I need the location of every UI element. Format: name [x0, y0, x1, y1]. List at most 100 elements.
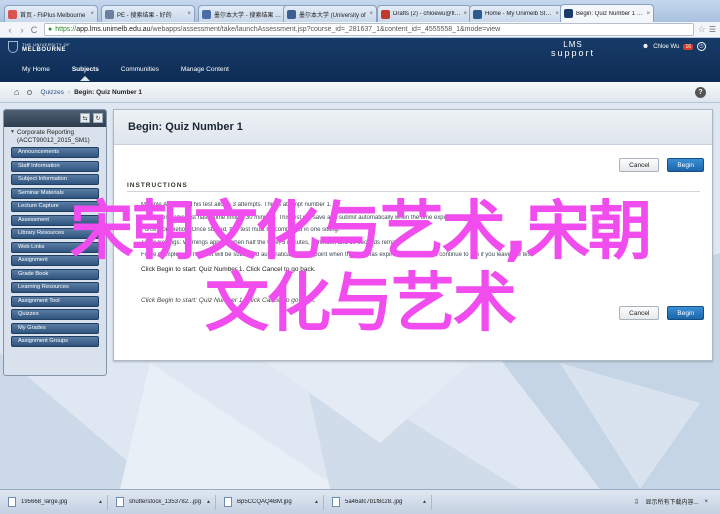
- sidebar-item-staff-information[interactable]: Staff Information: [11, 160, 99, 172]
- sidebar-collapse-icon[interactable]: ⇆: [80, 113, 90, 123]
- browser-tab[interactable]: 墨尔本大学 - 搜索结果 - 好的 ×: [198, 5, 292, 22]
- tab-close-icon[interactable]: ×: [555, 11, 559, 17]
- tab-favicon-icon: [105, 9, 114, 19]
- bookmark-star-icon[interactable]: ☆: [698, 24, 706, 35]
- instruction-line: Timer Settings: Warnings appear when hal…: [141, 239, 402, 246]
- url-scheme: https://: [55, 26, 77, 33]
- close-downloads-icon[interactable]: ×: [704, 499, 708, 505]
- logout-icon[interactable]: ⏻: [697, 42, 706, 51]
- quiz-panel: Begin: Quiz Number 1 Cancel Begin INSTRU…: [113, 109, 713, 361]
- sidebar-item-learning-resources[interactable]: Learning Resources: [11, 282, 99, 293]
- browser-tab[interactable]: Home - My Unimelb Studies ×: [469, 5, 563, 22]
- download-item[interactable]: 5a46afc7b1f8c28..jpg ▲: [328, 494, 432, 510]
- tab-close-icon[interactable]: ×: [646, 11, 650, 17]
- tab-close-icon[interactable]: ×: [369, 11, 373, 17]
- sidebar-item-lecture-capture[interactable]: Lecture Capture: [11, 201, 99, 212]
- support-line-2: support: [551, 48, 596, 58]
- cancel-button-bottom[interactable]: Cancel: [619, 306, 660, 320]
- sidebar-item-assignment-tool[interactable]: Assignment Tool: [11, 295, 99, 307]
- nav-subjects[interactable]: Subjects: [70, 64, 101, 81]
- logo-line-2: MELBOURNE: [22, 46, 67, 53]
- browser-tab-active[interactable]: Begin: Quiz Number 1 – ACCT ×: [560, 4, 654, 22]
- sidebar-item-announcements[interactable]: Announcements: [11, 147, 99, 158]
- sidebar-item-assessment[interactable]: Assessment: [11, 214, 99, 226]
- nav-communities[interactable]: Communities: [119, 64, 161, 81]
- instruction-line: Multiple Attempts: This test allows 3 at…: [141, 202, 332, 208]
- sidebar-item-my-grades[interactable]: My Grades: [11, 322, 99, 334]
- browser-tab[interactable]: 首页 - FliPlus Melbourne ×: [4, 5, 98, 22]
- course-name: Corporate Reporting: [16, 129, 75, 136]
- chevron-up-icon[interactable]: ▲: [422, 499, 427, 505]
- logo-line-1: THE UNIVERSITY OF: [22, 41, 71, 47]
- browser-tab[interactable]: 墨尔本大学 (University of ×: [283, 5, 377, 22]
- download-item[interactable]: shutterstock_1353782...jpg ▲: [112, 494, 216, 510]
- image-file-icon: [224, 497, 232, 507]
- begin-button-bottom[interactable]: Begin: [667, 306, 704, 320]
- lms-support-link[interactable]: LMS support: [551, 41, 596, 58]
- instruction-line: Timed Test: This test has a time limit o…: [141, 214, 455, 221]
- university-logo[interactable]: THE UNIVERSITY OF MELBOURNE: [8, 41, 70, 53]
- cancel-button-top[interactable]: Cancel: [619, 158, 660, 172]
- sidebar-toolbar: ⇆ ↻: [4, 110, 106, 127]
- begin-prompt: Click Begin to start: Quiz Number 1. Cli…: [141, 266, 316, 273]
- tab-close-icon[interactable]: ×: [187, 11, 191, 17]
- page-title: Begin: Quiz Number 1: [114, 110, 712, 145]
- chevron-up-icon[interactable]: ▲: [206, 499, 211, 505]
- sidebar-item-library-resources[interactable]: Library Resources: [11, 228, 99, 239]
- nav-manage-content[interactable]: Manage Content: [179, 64, 231, 81]
- user-name: Chloe Wu: [653, 43, 680, 50]
- url-host: app.lms.unimelb.edu.au: [76, 26, 151, 33]
- instructions-heading: INSTRUCTIONS: [127, 182, 188, 189]
- user-icon: ☻: [641, 43, 650, 50]
- tab-title: 墨尔本大学 (University of: [299, 12, 366, 19]
- sidebar-item-seminar-materials[interactable]: Seminar Materials: [11, 187, 99, 199]
- course-code: (ACCT90012_2015_SM1): [16, 136, 90, 144]
- course-title[interactable]: ▼ Corporate Reporting (ACCT90012_2015_SM…: [4, 127, 106, 147]
- download-filename: shutterstock_1353782...jpg: [129, 499, 202, 505]
- begin-button-top[interactable]: Begin: [667, 158, 704, 172]
- chevron-up-icon[interactable]: ▲: [98, 499, 103, 505]
- tab-favicon-icon: [8, 9, 17, 19]
- breadcrumb-separator: ›: [67, 88, 71, 96]
- nav-my-home[interactable]: My Home: [20, 64, 52, 81]
- sidebar-item-grade-book[interactable]: Grade Book: [11, 268, 99, 280]
- image-file-icon: [116, 497, 124, 507]
- browser-tab[interactable]: Drafts (2) - chloewu@fliplus ×: [377, 5, 471, 22]
- sidebar-item-assignment-groups[interactable]: Assignment Groups: [11, 336, 99, 347]
- chevron-up-icon[interactable]: ▲: [314, 499, 319, 505]
- menu-wrench-icon[interactable]: ☰: [709, 25, 716, 34]
- reload-icon[interactable]: C: [28, 24, 40, 36]
- tab-title: 墨尔本大学 - 搜索结果 - 好的: [214, 12, 282, 19]
- sidebar-item-assignment[interactable]: Assignment: [11, 255, 99, 266]
- menu-toggle-icon[interactable]: [27, 89, 33, 95]
- lms-header: THE UNIVERSITY OF MELBOURNE LMS support …: [0, 38, 720, 82]
- breadcrumb: ⌂ Quizzes › Begin: Quiz Number 1 ?: [0, 82, 720, 103]
- sidebar-item-subject-information[interactable]: Subject Information: [11, 174, 99, 185]
- breadcrumb-link-quizzes[interactable]: Quizzes: [40, 89, 63, 96]
- collapse-arrow-icon[interactable]: ▼: [10, 129, 15, 144]
- tab-close-icon[interactable]: ×: [90, 11, 94, 17]
- sidebar-item-quizzes[interactable]: Quizzes: [11, 309, 99, 320]
- browser-tab[interactable]: PE - 搜索结果 - 好的 ×: [101, 5, 195, 22]
- help-icon[interactable]: ?: [695, 87, 706, 98]
- user-menu[interactable]: ☻ Chloe Wu 16 ⏻: [642, 42, 706, 51]
- instruction-line: Force Completion: The test will be submi…: [141, 252, 534, 258]
- course-sidebar: ⇆ ↻ ▼ Corporate Reporting (ACCT90012_201…: [3, 109, 107, 376]
- forward-icon[interactable]: ›: [16, 24, 28, 36]
- sidebar-item-web-links[interactable]: Web Links: [11, 241, 99, 253]
- instructions-list: Multiple Attempts: This test allows 3 at…: [141, 202, 581, 265]
- image-file-icon: [8, 497, 16, 507]
- tab-close-icon[interactable]: ×: [463, 11, 467, 17]
- notification-badge[interactable]: 16: [683, 43, 693, 50]
- course-menu: Announcements Staff Information Subject …: [4, 147, 106, 347]
- download-item[interactable]: Bp5CCQAQ4BM.jpg ▲: [220, 494, 324, 510]
- tab-favicon-icon: [202, 9, 211, 19]
- home-icon[interactable]: ⌂: [14, 87, 19, 97]
- tab-favicon-icon: [287, 9, 296, 19]
- show-all-downloads-link[interactable]: 显示所有下载内容...: [645, 497, 698, 506]
- tab-favicon-icon: [381, 9, 390, 19]
- sidebar-refresh-icon[interactable]: ↻: [93, 113, 103, 123]
- back-icon[interactable]: ‹: [4, 24, 16, 36]
- address-bar[interactable]: ● https:// app.lms.unimelb.edu.au /webap…: [44, 23, 694, 36]
- download-item[interactable]: 195668_large.jpg ▲: [4, 494, 108, 510]
